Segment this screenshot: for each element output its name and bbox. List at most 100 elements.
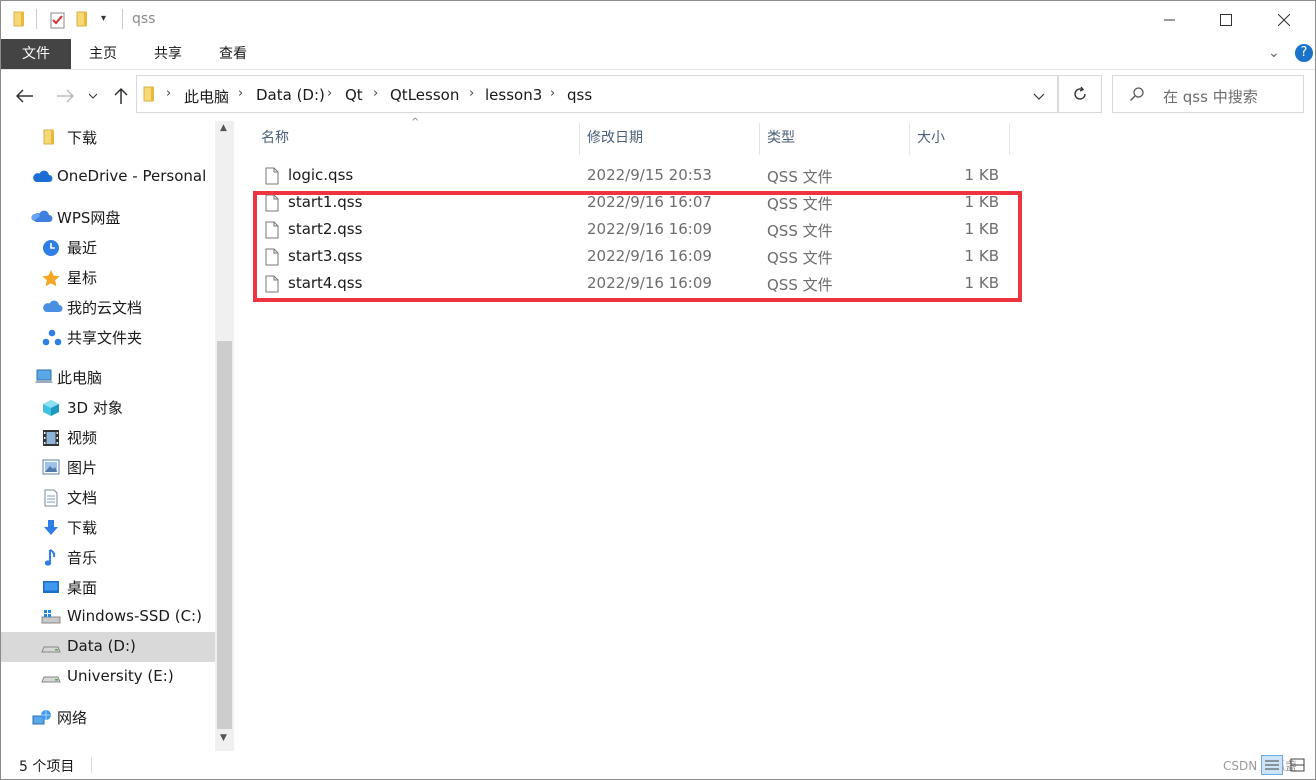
- file-row[interactable]: logic.qss 2022/9/15 20:53 QSS 文件 1 KB: [253, 163, 1023, 190]
- back-button[interactable]: [11, 83, 39, 109]
- file-modified: 2022/9/16 16:09: [587, 220, 712, 238]
- desktop-icon: [42, 579, 60, 595]
- large-icons-view-button[interactable]: [1287, 755, 1309, 775]
- sidebar-item-onedrive[interactable]: OneDrive - Personal: [1, 162, 215, 192]
- file-row[interactable]: start1.qss 2022/9/16 16:07 QSS 文件 1 KB: [253, 190, 1023, 217]
- sidebar-item-label: 最近: [67, 239, 98, 257]
- address-bar[interactable]: › 此电脑 › Data (D:) › Qt › QtLesson › less…: [136, 75, 1058, 113]
- sidebar-item-recent[interactable]: 最近: [1, 232, 215, 262]
- chevron-right-icon: ›: [238, 86, 244, 101]
- breadcrumb-qss[interactable]: qss: [567, 86, 592, 104]
- column-divider[interactable]: [1009, 123, 1010, 155]
- tab-view[interactable]: 查看: [219, 39, 247, 69]
- sidebar-scrollbar[interactable]: ▲ ▼: [215, 121, 234, 751]
- ribbon-expand-icon[interactable]: ⌄: [1268, 45, 1280, 61]
- sidebar-item-downloads-quick[interactable]: 下载: [1, 122, 215, 152]
- sidebar-item-label: 此电脑: [57, 369, 103, 387]
- file-row[interactable]: start3.qss 2022/9/16 16:09 QSS 文件 1 KB: [253, 244, 1023, 271]
- minimize-icon: [1164, 19, 1175, 21]
- file-type: QSS 文件: [767, 276, 833, 294]
- column-header-modified[interactable]: 修改日期: [587, 123, 643, 155]
- sidebar-item-documents[interactable]: 文档: [1, 482, 215, 512]
- forward-button[interactable]: [51, 83, 79, 109]
- sidebar-item-drive-c[interactable]: Windows-SSD (C:): [1, 602, 215, 632]
- file-type: QSS 文件: [767, 249, 833, 267]
- tab-file[interactable]: 文件: [1, 39, 71, 69]
- column-header-size[interactable]: 大小: [917, 123, 945, 155]
- sidebar-item-downloads[interactable]: 下载: [1, 512, 215, 542]
- ribbon-tabs: 文件 主页 共享 查看 ⌄ ?: [1, 39, 1315, 70]
- column-divider[interactable]: [759, 123, 760, 155]
- sidebar-item-desktop[interactable]: 桌面: [1, 572, 215, 602]
- chevron-down-icon: [1033, 93, 1045, 100]
- clock-icon: [42, 239, 60, 256]
- qat-dropdown-icon[interactable]: ▾: [101, 13, 106, 24]
- sort-ascending-icon: ^: [411, 117, 420, 128]
- sidebar-item-label: 视频: [67, 429, 98, 447]
- sidebar-item-this-pc[interactable]: 此电脑: [1, 362, 215, 392]
- status-separator: [91, 757, 92, 773]
- qat-separator: [36, 9, 37, 29]
- file-type: QSS 文件: [767, 168, 833, 186]
- search-box[interactable]: 在 qss 中搜索: [1112, 75, 1304, 113]
- recent-locations-button[interactable]: [83, 83, 103, 109]
- tab-home[interactable]: 主页: [89, 39, 117, 69]
- sidebar-item-label: 共享文件夹: [67, 329, 143, 347]
- file-modified: 2022/9/15 20:53: [587, 166, 712, 184]
- file-type: QSS 文件: [767, 195, 833, 213]
- scroll-up-icon[interactable]: ▲: [220, 123, 227, 133]
- breadcrumb-this-pc[interactable]: 此电脑: [184, 86, 229, 107]
- refresh-button[interactable]: [1058, 75, 1102, 113]
- sidebar-item-shared-folder[interactable]: 共享文件夹: [1, 322, 215, 352]
- document-icon: [43, 489, 61, 507]
- sidebar-item-label: 文档: [67, 489, 98, 507]
- breadcrumb-qt[interactable]: Qt: [345, 86, 363, 104]
- maximize-button[interactable]: [1203, 1, 1249, 39]
- sidebar-item-label: 星标: [67, 269, 98, 287]
- minimize-button[interactable]: [1147, 1, 1193, 39]
- window-title: qss: [132, 11, 156, 27]
- breadcrumb-lesson3[interactable]: lesson3: [485, 86, 542, 104]
- file-icon: [265, 248, 279, 266]
- sidebar-item-pictures[interactable]: 图片: [1, 452, 215, 482]
- sidebar-item-label: 图片: [67, 459, 98, 477]
- address-history-button[interactable]: [1033, 89, 1045, 105]
- film-icon: [42, 429, 60, 446]
- sidebar-item-videos[interactable]: 视频: [1, 422, 215, 452]
- breadcrumb-data-d[interactable]: Data (D:): [256, 86, 325, 104]
- sidebar-item-music[interactable]: 音乐: [1, 542, 215, 572]
- large-icons-view-icon: [1290, 758, 1305, 772]
- column-divider[interactable]: [909, 123, 910, 155]
- explorer-window: ▾ qss 文件 主页 共享 查看 ⌄ ? › 此电脑 › Data (D:) …: [0, 0, 1316, 780]
- tab-share[interactable]: 共享: [154, 39, 182, 69]
- sidebar-item-starred[interactable]: 星标: [1, 262, 215, 292]
- sidebar-item-drive-e[interactable]: University (E:): [1, 662, 215, 692]
- sidebar-item-wps-drive[interactable]: WPS网盘: [1, 202, 215, 232]
- sidebar-item-label: 桌面: [67, 579, 98, 597]
- sidebar-item-cloud-docs[interactable]: 我的云文档: [1, 292, 215, 322]
- sidebar-item-network[interactable]: 网络: [1, 702, 215, 732]
- scrollbar-thumb[interactable]: [217, 341, 232, 729]
- file-icon: [265, 167, 279, 185]
- help-button[interactable]: ?: [1295, 44, 1313, 62]
- cube-3d-icon: [42, 399, 60, 416]
- column-header-name[interactable]: 名称: [261, 123, 289, 155]
- details-view-button[interactable]: [1261, 755, 1283, 775]
- sidebar-item-label: OneDrive - Personal: [57, 167, 207, 185]
- sidebar-item-3d-objects[interactable]: 3D 对象: [1, 392, 215, 422]
- properties-icon[interactable]: [50, 11, 66, 29]
- chevron-down-icon: [88, 93, 98, 99]
- wps-cloud-icon: [31, 209, 53, 225]
- scroll-down-icon[interactable]: ▼: [220, 733, 227, 743]
- breadcrumb-qtlesson[interactable]: QtLesson: [390, 86, 459, 104]
- sidebar-item-drive-d[interactable]: Data (D:): [1, 632, 215, 662]
- file-row[interactable]: start2.qss 2022/9/16 16:09 QSS 文件 1 KB: [253, 217, 1023, 244]
- column-header-type[interactable]: 类型: [767, 123, 795, 155]
- new-folder-icon[interactable]: [76, 11, 90, 27]
- file-size: 1 KB: [964, 247, 999, 265]
- close-button[interactable]: [1261, 1, 1307, 39]
- file-row[interactable]: start4.qss 2022/9/16 16:09 QSS 文件 1 KB: [253, 271, 1023, 298]
- up-button[interactable]: [107, 83, 135, 109]
- network-icon: [32, 709, 52, 727]
- column-divider[interactable]: [579, 123, 580, 155]
